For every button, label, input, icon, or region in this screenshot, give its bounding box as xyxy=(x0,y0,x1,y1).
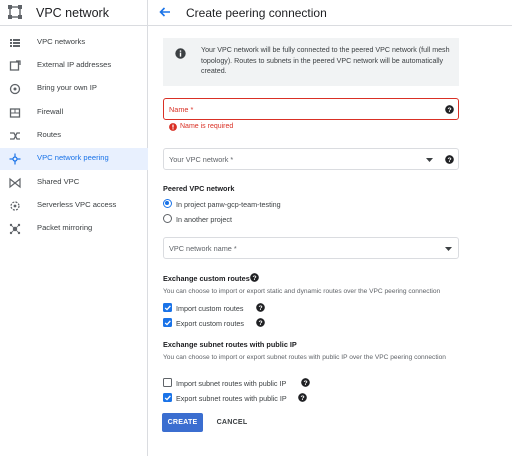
radio-another-project-label[interactable]: In another project xyxy=(176,215,232,224)
svg-text:?: ? xyxy=(258,320,262,327)
export-subnet-routes-label[interactable]: Export subnet routes with public IP xyxy=(176,394,287,403)
check-icon xyxy=(164,319,171,326)
help-icon[interactable]: ? xyxy=(256,318,265,327)
sidebar-item-label: Packet mirroring xyxy=(37,223,93,232)
info-icon xyxy=(175,48,186,59)
sidebar-item-shared-vpc[interactable]: Shared VPC xyxy=(0,172,148,194)
import-custom-routes-label[interactable]: Import custom routes xyxy=(176,304,244,313)
serverless-icon xyxy=(10,201,20,211)
vpc-network-name-select[interactable]: VPC network name * xyxy=(163,237,459,259)
import-custom-routes-checkbox[interactable] xyxy=(163,303,172,312)
sidebar-item-firewall[interactable]: Firewall xyxy=(0,102,148,124)
svg-text:?: ? xyxy=(447,107,451,114)
packet-mirroring-icon xyxy=(9,223,21,235)
help-icon[interactable]: ? xyxy=(250,273,259,282)
custom-routes-heading: Exchange custom routes xyxy=(163,274,250,283)
export-subnet-routes-checkbox[interactable] xyxy=(163,393,172,402)
help-icon[interactable]: ? xyxy=(298,393,307,402)
sidebar-item-label: Firewall xyxy=(37,107,64,116)
dropdown-arrow-icon xyxy=(426,158,433,162)
sidebar-header: VPC network xyxy=(0,0,148,26)
sidebar-item-packet-mirroring[interactable]: Packet mirroring xyxy=(0,218,148,240)
info-banner: Your VPC network will be fully connected… xyxy=(163,38,459,86)
error-icon xyxy=(169,123,177,131)
help-icon[interactable]: ? xyxy=(256,303,265,312)
external-ip-icon xyxy=(9,60,21,71)
vpc-networks-icon xyxy=(10,39,20,47)
firewall-icon xyxy=(9,108,21,118)
subnet-routes-description: You can choose to import or export subne… xyxy=(163,354,446,361)
sidebar-item-routes[interactable]: Routes xyxy=(0,125,148,147)
name-error-text: Name is required xyxy=(180,123,234,130)
help-icon[interactable]: ? xyxy=(445,155,454,164)
shared-vpc-icon xyxy=(9,177,21,189)
sidebar-item-external-ip[interactable]: External IP addresses xyxy=(0,55,148,77)
sidebar: VPC network VPC networks External IP add… xyxy=(0,0,148,456)
app-title: VPC network xyxy=(36,6,109,20)
sidebar-item-label: External IP addresses xyxy=(37,60,112,69)
subnet-routes-heading: Exchange subnet routes with public IP xyxy=(163,340,297,349)
svg-text:?: ? xyxy=(258,305,262,312)
vpc-network-name-label: VPC network name * xyxy=(169,244,237,253)
sidebar-item-vpc-networks[interactable]: VPC networks xyxy=(0,32,148,54)
your-vpc-network-label: Your VPC network * xyxy=(169,155,234,164)
your-vpc-network-select[interactable]: Your VPC network * ? xyxy=(163,148,459,170)
info-text: Your VPC network will be fully connected… xyxy=(201,46,450,75)
radio-another-project[interactable] xyxy=(163,214,172,223)
radio-in-project[interactable] xyxy=(163,199,172,208)
byoip-icon xyxy=(9,83,21,95)
help-icon[interactable]: ? xyxy=(445,105,454,114)
sidebar-item-serverless-vpc-access[interactable]: Serverless VPC access xyxy=(0,195,148,217)
name-field[interactable]: Name * ? xyxy=(163,98,459,120)
custom-routes-description: You can choose to import or export stati… xyxy=(163,288,441,295)
sidebar-item-label: Bring your own IP xyxy=(37,83,97,92)
peering-icon xyxy=(9,153,21,165)
svg-text:?: ? xyxy=(447,157,451,164)
vpc-network-logo-icon xyxy=(8,5,22,19)
help-icon[interactable]: ? xyxy=(301,378,310,387)
svg-text:?: ? xyxy=(303,380,307,387)
svg-text:?: ? xyxy=(252,275,256,282)
check-icon xyxy=(164,394,171,401)
sidebar-item-label: Shared VPC xyxy=(37,177,80,186)
peered-vpc-heading: Peered VPC network xyxy=(163,184,235,193)
radio-in-project-label[interactable]: In project panw-gcp-team-testing xyxy=(176,200,281,209)
svg-text:?: ? xyxy=(300,395,304,402)
import-subnet-routes-label[interactable]: Import subnet routes with public IP xyxy=(176,379,286,388)
arrow-back-icon[interactable] xyxy=(158,5,172,19)
export-custom-routes-checkbox[interactable] xyxy=(163,318,172,327)
page-header: Create peering connection xyxy=(148,0,512,26)
sidebar-item-bring-your-own-ip[interactable]: Bring your own IP xyxy=(0,78,148,100)
export-custom-routes-label[interactable]: Export custom routes xyxy=(176,319,244,328)
import-subnet-routes-checkbox[interactable] xyxy=(163,378,172,387)
sidebar-item-label: VPC network peering xyxy=(37,153,109,162)
name-field-label: Name * xyxy=(169,105,194,114)
routes-icon xyxy=(10,132,20,140)
dropdown-arrow-icon xyxy=(445,247,452,251)
check-icon xyxy=(164,304,171,311)
sidebar-item-label: Routes xyxy=(37,130,62,139)
create-button[interactable]: CREATE xyxy=(162,413,203,432)
page-title: Create peering connection xyxy=(186,6,327,20)
sidebar-item-label: Serverless VPC access xyxy=(37,200,117,209)
sidebar-item-vpc-network-peering[interactable]: VPC network peering xyxy=(0,148,148,170)
sidebar-item-label: VPC networks xyxy=(37,37,86,46)
cancel-button[interactable]: CANCEL xyxy=(212,413,252,432)
